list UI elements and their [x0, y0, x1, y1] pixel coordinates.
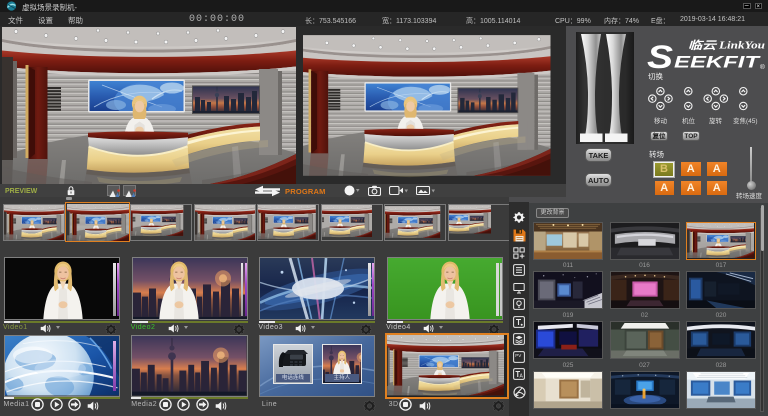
svg-text:A: A	[520, 374, 524, 380]
svg-text:PV: PV	[515, 353, 521, 358]
